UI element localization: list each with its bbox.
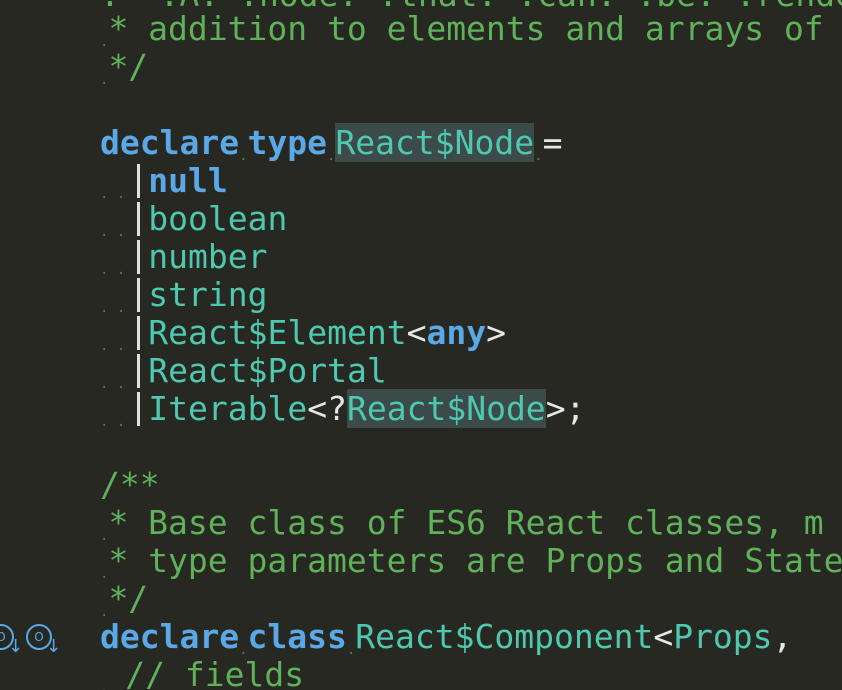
type-name: number — [148, 237, 268, 276]
operator: = — [542, 123, 563, 162]
keyword: class — [247, 617, 347, 656]
code-line: . .// fields — [100, 656, 304, 690]
type-name: React$Node — [335, 123, 535, 162]
indent-guide — [137, 240, 141, 274]
gutter: O ↓ O ↓ — [0, 620, 62, 657]
type-name: boolean — [148, 199, 288, 238]
indent-guide — [137, 202, 141, 236]
comment-text: * Base class of ES6 React classes, m — [108, 503, 824, 542]
keyword: declare — [100, 617, 240, 656]
punctuation: < — [406, 313, 427, 352]
indent-guide — [137, 392, 141, 426]
comment-text: /** — [100, 465, 160, 504]
type-name: React$Portal — [148, 351, 387, 390]
punctuation: <? — [307, 389, 347, 428]
keyword: type — [247, 123, 327, 162]
code-line: . . boolean — [100, 199, 288, 241]
comment-text: * type parameters are Props and State — [108, 541, 842, 580]
code-line: .* Base class of ES6 React classes, m — [100, 503, 824, 545]
punctuation: > — [486, 313, 506, 352]
code-line: .*/ — [100, 579, 149, 621]
keyword: declare — [100, 123, 240, 162]
type-name: Props — [673, 617, 773, 656]
code-line: . . number — [100, 237, 268, 279]
code-line: declare.type.React$Node.= — [100, 123, 563, 164]
arrow-down-icon: ↓ — [46, 636, 62, 657]
keyword: any — [426, 313, 487, 352]
code-line: . . React$Portal — [100, 351, 387, 393]
type-name: Iterable — [148, 389, 308, 428]
indent-guide — [137, 164, 141, 198]
indent-guide — [137, 316, 141, 350]
type-name: React$Component — [355, 617, 654, 656]
code-line: . . React$Element<any> — [100, 313, 506, 355]
type-name: React$Element — [148, 313, 407, 352]
punctuation: >; — [545, 389, 586, 428]
comment-text: // fields — [125, 655, 305, 690]
comment-text: */ — [108, 579, 149, 618]
keyword: null — [148, 161, 228, 200]
punctuation: < — [653, 617, 674, 656]
code-line: .*/ — [100, 47, 149, 89]
code-line: . . Iterable<?React$Node>; — [100, 389, 586, 430]
code-line: .* type parameters are Props and State — [100, 541, 842, 583]
code-line: . . string — [100, 275, 268, 317]
indent-guide — [137, 354, 141, 388]
arrow-down-icon: ↓ — [8, 636, 24, 657]
punctuation: , — [772, 617, 793, 656]
code-line: . . null — [100, 161, 228, 203]
comment-text: * addition to elements and arrays of — [108, 9, 824, 48]
type-name: React$Node — [347, 389, 546, 428]
comment-text: */ — [108, 47, 149, 86]
code-line: declare.class.React$Component<Props, — [100, 617, 793, 659]
code-editor[interactable]: .* .A. .node. .that. .can. .be. .rendere… — [0, 0, 842, 690]
code-line: /** — [100, 466, 160, 504]
indent-guide — [137, 278, 141, 312]
code-line: .* addition to elements and arrays of — [100, 9, 824, 51]
type-name: string — [148, 275, 268, 314]
